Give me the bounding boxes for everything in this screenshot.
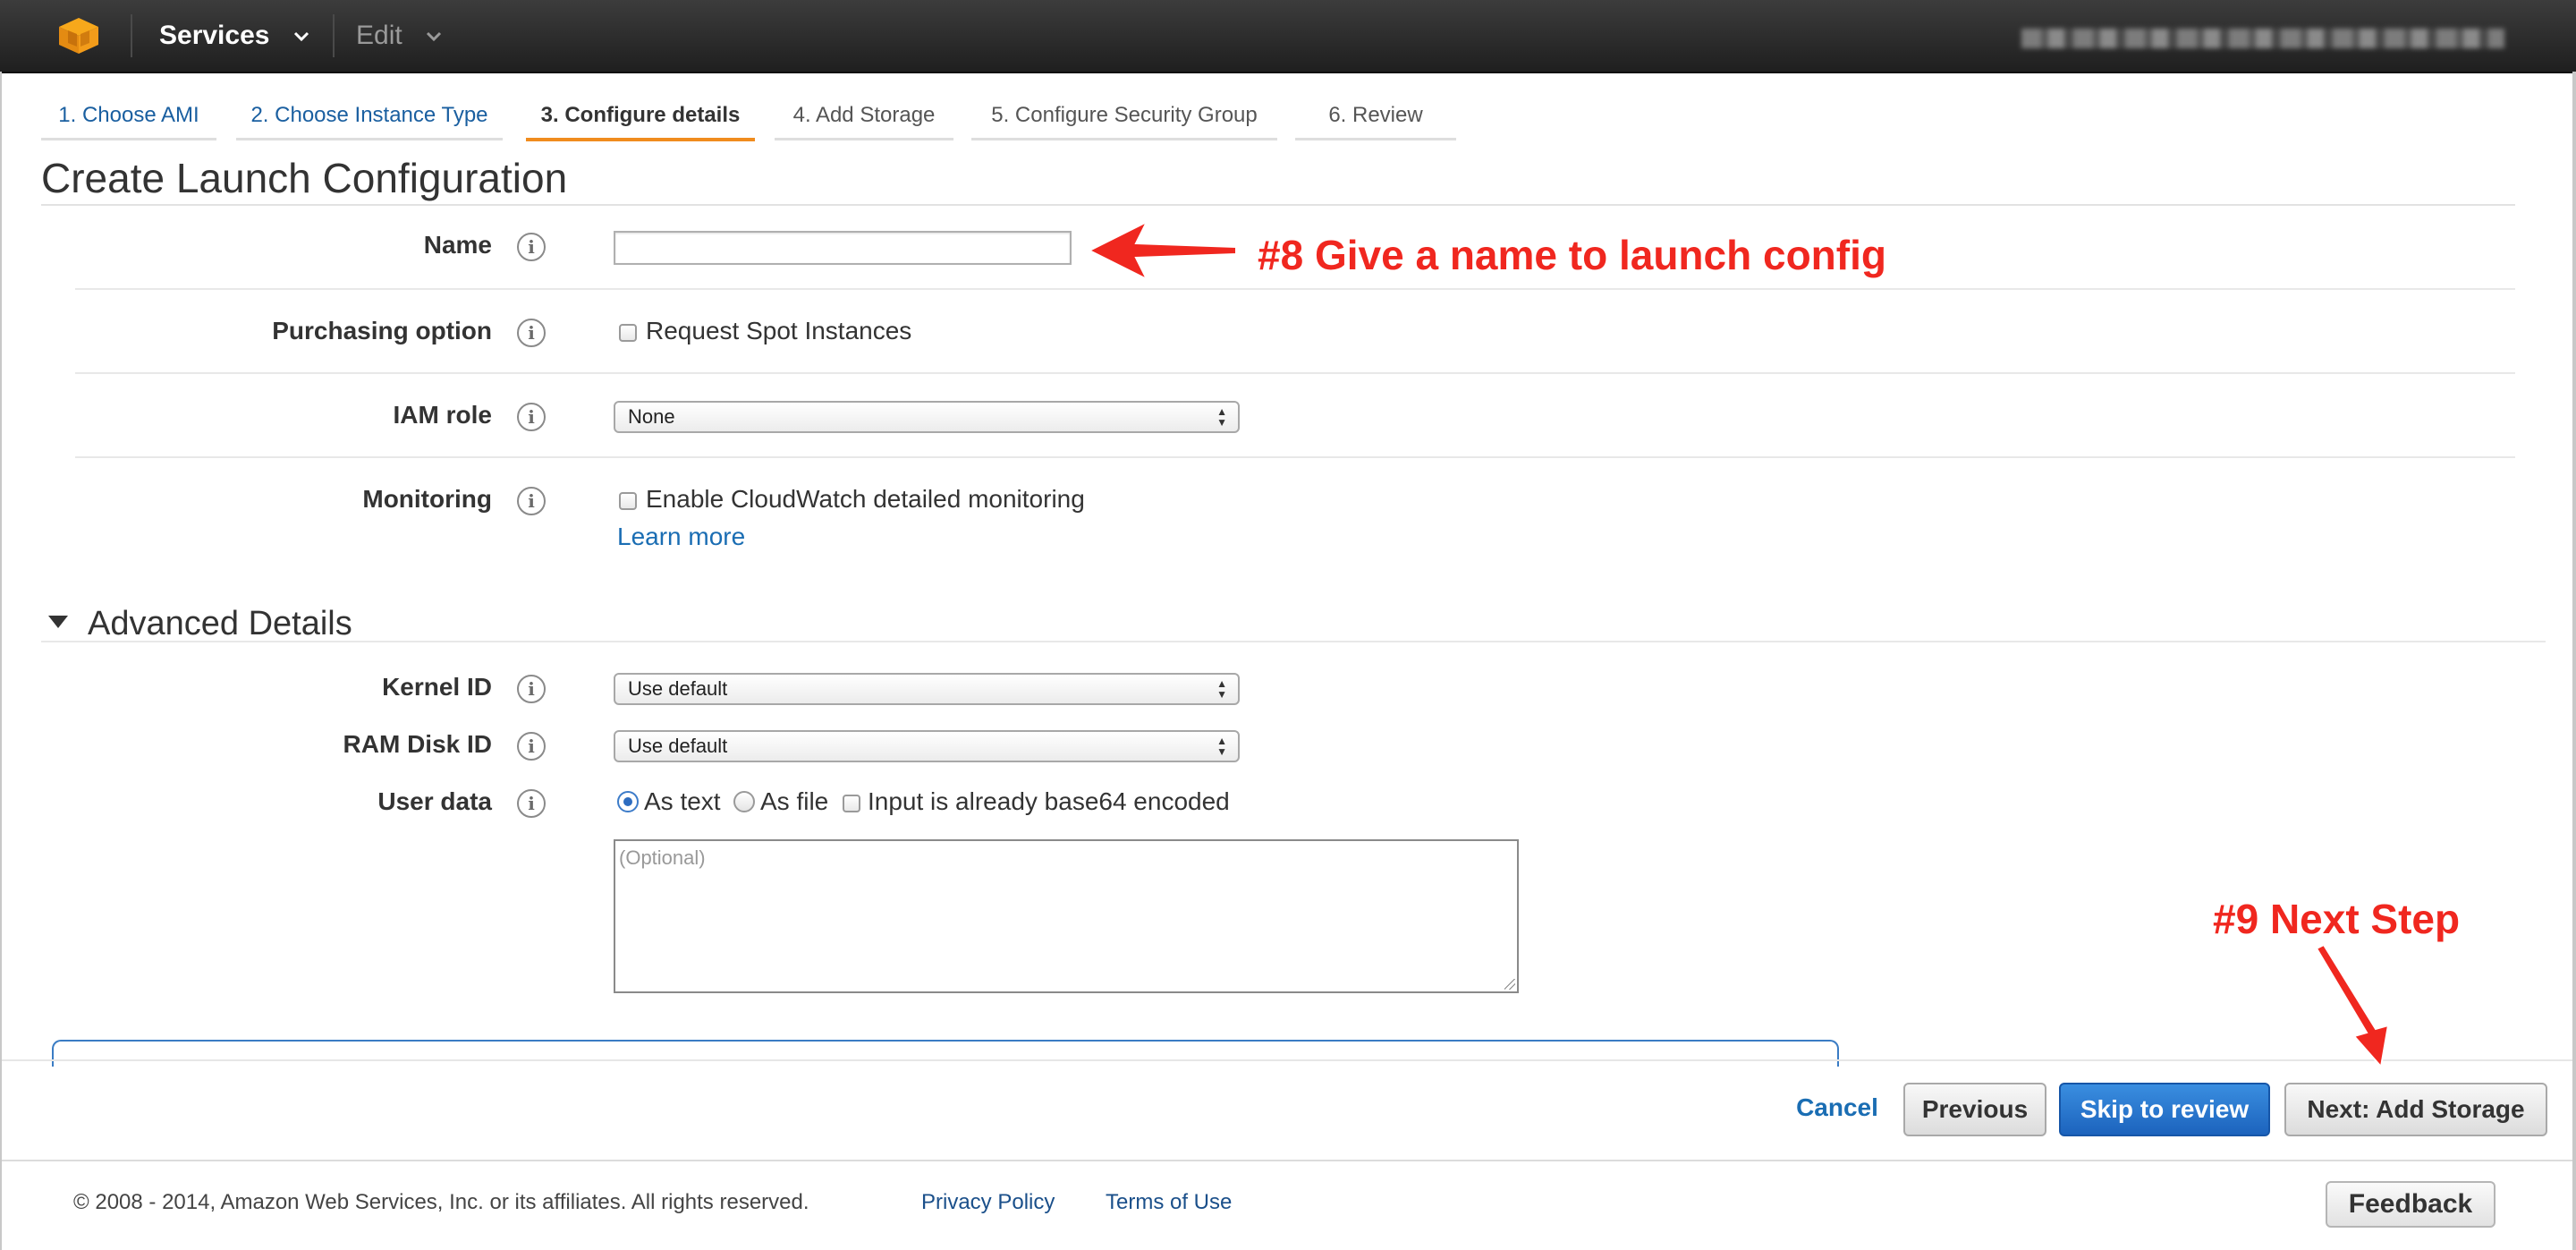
arrow-to-name-input-icon: [1087, 219, 1237, 282]
ram-disk-id-label: RAM Disk ID: [343, 730, 492, 758]
info-icon[interactable]: i: [517, 487, 546, 515]
title-divider: [41, 204, 2515, 206]
chevron-down-icon: [293, 32, 309, 42]
tab-configure-details[interactable]: 3. Configure details: [526, 93, 755, 141]
user-data-placeholder: (Optional): [619, 846, 706, 869]
base64-encoded-checkbox[interactable]: [843, 795, 860, 812]
section-divider: [41, 641, 2546, 642]
iam-role-select[interactable]: None ▲ ▼: [614, 401, 1240, 433]
terms-of-use-link[interactable]: Terms of Use: [1106, 1190, 1232, 1215]
tab-choose-instance-type[interactable]: 2. Choose Instance Type: [236, 93, 503, 140]
tab-review[interactable]: 6. Review: [1295, 93, 1456, 140]
row-divider: [75, 372, 2515, 374]
request-spot-instances-label: Request Spot Instances: [646, 317, 912, 344]
aws-cube-icon[interactable]: [57, 16, 100, 55]
nav-divider: [333, 14, 335, 57]
info-icon[interactable]: i: [517, 675, 546, 703]
action-bar-divider: [2, 1059, 2572, 1061]
select-arrows-icon: ▲ ▼: [1216, 405, 1227, 429]
tab-configure-security-group[interactable]: 5. Configure Security Group: [971, 93, 1277, 140]
as-file-label: As file: [760, 787, 829, 815]
name-label: Name: [423, 231, 492, 259]
footer-divider: [2, 1160, 2572, 1161]
chevron-down-icon: [426, 32, 442, 42]
request-spot-instances-checkbox[interactable]: [619, 324, 637, 342]
as-text-radio[interactable]: [617, 791, 639, 812]
annotation-step-9: #9 Next Step: [2213, 896, 2461, 942]
iam-role-label: IAM role: [393, 401, 492, 429]
skip-to-review-button[interactable]: Skip to review: [2059, 1083, 2270, 1136]
user-data-label: User data: [377, 787, 492, 815]
info-icon[interactable]: i: [517, 789, 546, 818]
ram-disk-id-select[interactable]: Use default ▲ ▼: [614, 730, 1240, 762]
top-nav-bar: Services Edit: [0, 0, 2576, 73]
triangle-down-icon: [48, 615, 68, 628]
next-add-storage-button[interactable]: Next: Add Storage: [2284, 1083, 2547, 1136]
page-title: Create Launch Configuration: [41, 155, 568, 201]
arrow-to-next-button-icon: [2315, 943, 2390, 1069]
monitoring-label: Monitoring: [362, 485, 492, 513]
resize-grip-icon[interactable]: [1504, 979, 1515, 990]
as-file-radio[interactable]: [733, 791, 755, 812]
advanced-details-toggle[interactable]: Advanced Details: [48, 605, 352, 643]
tab-add-storage[interactable]: 4. Add Storage: [775, 93, 953, 140]
page-frame-right: [2572, 72, 2576, 1250]
tab-choose-ami[interactable]: 1. Choose AMI: [41, 93, 216, 140]
row-divider: [75, 456, 2515, 458]
cancel-button[interactable]: Cancel: [1784, 1083, 1891, 1136]
ram-disk-id-value: Use default: [628, 735, 728, 757]
previous-button[interactable]: Previous: [1903, 1083, 2046, 1136]
feedback-button[interactable]: Feedback: [2326, 1181, 2496, 1228]
page-frame-left: [0, 72, 2, 1250]
learn-more-link[interactable]: Learn more: [617, 523, 745, 551]
info-panel-partial: [52, 1040, 1839, 1067]
copyright-text: © 2008 - 2014, Amazon Web Services, Inc.…: [73, 1190, 809, 1214]
privacy-policy-link[interactable]: Privacy Policy: [921, 1190, 1055, 1215]
advanced-details-heading: Advanced Details: [88, 605, 352, 642]
base64-encoded-label: Input is already base64 encoded: [868, 787, 1230, 815]
cloudwatch-monitoring-checkbox[interactable]: [619, 492, 637, 510]
info-icon[interactable]: i: [517, 403, 546, 431]
info-icon[interactable]: i: [517, 732, 546, 761]
user-data-textarea[interactable]: (Optional): [614, 839, 1519, 993]
services-menu[interactable]: Services: [159, 18, 309, 54]
name-input[interactable]: [614, 231, 1072, 265]
info-icon[interactable]: i: [517, 319, 546, 347]
account-menu-redacted[interactable]: [2021, 29, 2504, 48]
row-divider: [75, 288, 2515, 290]
kernel-id-select[interactable]: Use default ▲ ▼: [614, 673, 1240, 705]
nav-divider: [131, 14, 132, 57]
kernel-id-label: Kernel ID: [382, 673, 492, 701]
cloudwatch-monitoring-label: Enable CloudWatch detailed monitoring: [646, 485, 1085, 513]
select-arrows-icon: ▲ ▼: [1216, 677, 1227, 701]
purchasing-option-label: Purchasing option: [272, 317, 492, 344]
kernel-id-value: Use default: [628, 677, 728, 700]
services-label: Services: [159, 21, 270, 50]
edit-menu[interactable]: Edit: [356, 18, 442, 54]
edit-label: Edit: [356, 21, 402, 50]
select-arrows-icon: ▲ ▼: [1216, 735, 1227, 758]
info-icon[interactable]: i: [517, 233, 546, 261]
annotation-step-8: #8 Give a name to launch config: [1258, 232, 1886, 278]
as-text-label: As text: [644, 787, 721, 815]
iam-role-value: None: [628, 405, 675, 428]
